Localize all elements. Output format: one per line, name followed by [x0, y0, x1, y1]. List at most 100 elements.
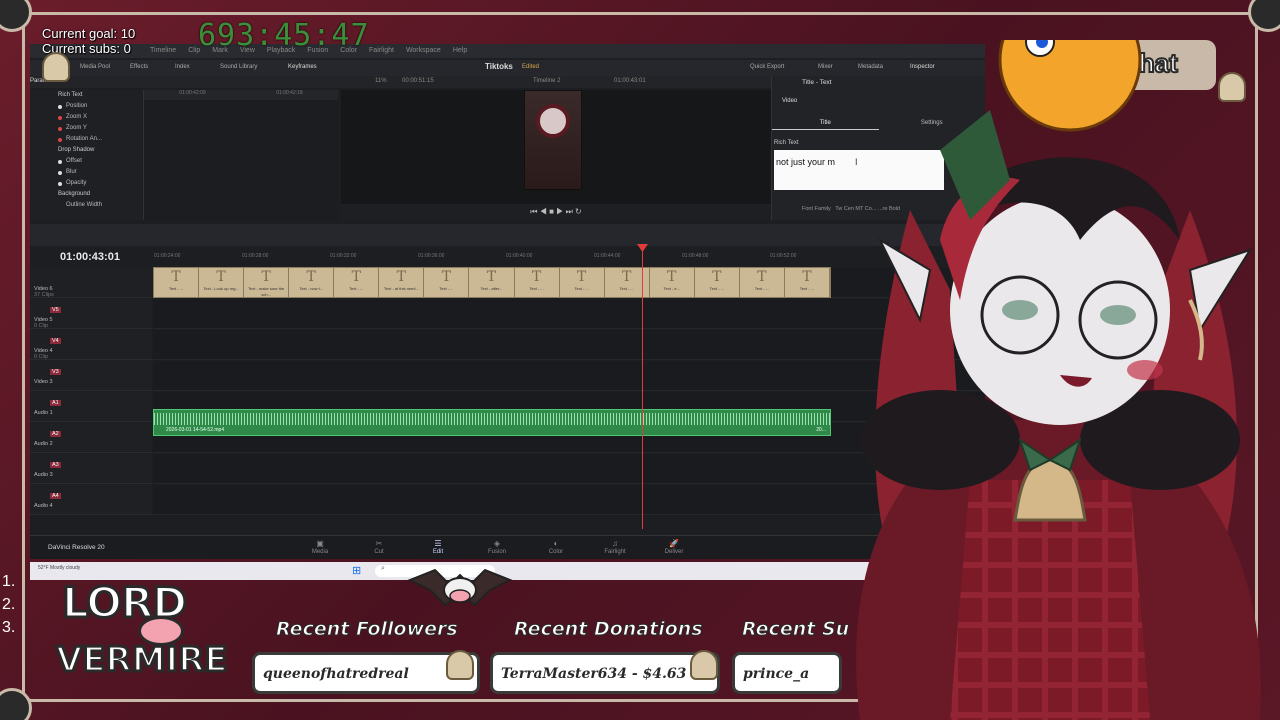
weather-widget[interactable]: 52°F Mostly cloudy	[38, 565, 80, 571]
keyframes-button[interactable]: Keyframes	[288, 64, 317, 70]
text-clip[interactable]: T Text - now t...	[289, 268, 335, 297]
track-id[interactable]: V4	[50, 338, 61, 344]
title-icon: T	[441, 269, 452, 285]
timeline-selector[interactable]: Timeline 2	[533, 78, 560, 84]
keyframe-editor[interactable]: 01:00:42:09 01:00:42:18	[143, 90, 338, 220]
app-name: DaVinci Resolve 20	[48, 544, 105, 551]
track-id[interactable]: A2	[50, 431, 61, 437]
loop-icon[interactable]: ↻	[575, 207, 582, 216]
deliver-page-icon: 🚀	[669, 539, 679, 548]
tab-fairlight[interactable]: ♫ Fairlight	[595, 539, 635, 555]
zoom-level[interactable]: 11%	[375, 78, 387, 84]
text-clip[interactable]: T Text - ...	[154, 268, 200, 297]
audio-clip[interactable]: 2026-03-01 14-54-52.mp4 20...	[153, 409, 831, 436]
keyframe-dot-icon[interactable]	[58, 127, 62, 131]
param-row[interactable]: Position	[30, 101, 142, 112]
tab-cut[interactable]: ✂ Cut	[359, 539, 399, 555]
track-header[interactable]: A1 Audio 1	[30, 392, 152, 422]
go-to-end-icon[interactable]: ⏭	[566, 207, 573, 216]
sound-library-button[interactable]: Sound Library	[220, 64, 257, 70]
title-icon: T	[621, 269, 632, 285]
stop-icon[interactable]: ■	[549, 207, 554, 216]
tab-edit[interactable]: ☰ Edit	[418, 539, 458, 555]
param-row[interactable]: Offset	[30, 156, 142, 167]
text-clip-label: Text - ...	[349, 286, 364, 291]
text-clip-label: Text - e...	[663, 286, 680, 291]
text-clip[interactable]: T Text - Look up reg...	[199, 268, 245, 297]
track-id[interactable]: A3	[50, 462, 61, 468]
fusion-page-icon: ◈	[493, 539, 501, 548]
reverse-icon[interactable]: ◀	[540, 207, 547, 216]
track-header[interactable]: A4 Audio 4	[30, 485, 152, 515]
text-clip[interactable]: T Text - ...	[334, 268, 380, 297]
viewer[interactable]: ⏮ ◀ ■ ▶ ⏭ ↻	[341, 90, 771, 220]
menu-item[interactable]: Workspace	[406, 47, 441, 55]
tab-fusion[interactable]: ◈ Fusion	[477, 539, 517, 555]
param-row[interactable]: Zoom Y	[30, 123, 142, 134]
keyframe-dot-icon[interactable]	[58, 182, 62, 186]
go-to-start-icon[interactable]: ⏮	[530, 207, 537, 216]
param-row[interactable]: Opacity	[30, 178, 142, 189]
track-header[interactable]: A2 Audio 2	[30, 423, 152, 453]
track-id[interactable]: A1	[50, 400, 61, 406]
param-row[interactable]: Rich Text	[30, 90, 142, 101]
text-clip[interactable]: T Text - ...	[560, 268, 605, 297]
quick-export-button[interactable]: Quick Export	[750, 64, 784, 70]
param-row[interactable]: Blur	[30, 167, 142, 178]
track-header[interactable]: Video 6 37 Clips	[30, 268, 152, 298]
keyframe-dot-icon[interactable]	[58, 105, 62, 109]
text-clip[interactable]: T Text - ...	[424, 268, 470, 297]
page-tab-label: Fusion	[487, 549, 506, 555]
param-row[interactable]: Outline Width	[30, 200, 142, 211]
track-header[interactable]: V4 Video 40 Clip	[30, 330, 152, 360]
track-id[interactable]: A4	[50, 493, 61, 499]
text-clip[interactable]: T Text - e...	[650, 268, 695, 297]
transport-controls: ⏮ ◀ ■ ▶ ⏭ ↻	[341, 204, 771, 220]
logo-text-vermire: VERMIRE	[55, 639, 230, 682]
track-name: Video 3	[34, 379, 53, 385]
text-clip[interactable]: T Text - at this need...	[379, 268, 425, 297]
rich-text-label: Rich Text	[774, 140, 799, 146]
lord-vermire-logo: LORD VERMIRE	[52, 577, 242, 698]
menu-item[interactable]: Fairlight	[369, 47, 394, 55]
track-header[interactable]: A3 Audio 3	[30, 454, 152, 484]
text-clip[interactable]: T Text - ...	[740, 268, 785, 297]
tab-media[interactable]: ▣ Media	[300, 539, 340, 555]
menu-item[interactable]: Timeline	[150, 47, 176, 55]
text-clip[interactable]: T Text - ...	[695, 268, 740, 297]
windows-start-icon[interactable]: ⊞	[352, 564, 361, 577]
param-row[interactable]: Zoom X	[30, 112, 142, 123]
ruler-tick: 01:00:40:00	[506, 253, 533, 259]
track-id[interactable]: V3	[50, 369, 61, 375]
media-pool-button[interactable]: Media Pool	[80, 64, 110, 70]
effects-button[interactable]: Effects	[130, 64, 148, 70]
keyframe-dot-icon[interactable]	[58, 116, 62, 120]
param-row[interactable]: Rotation An...	[30, 134, 142, 145]
media-page-icon: ▣	[316, 539, 324, 548]
timeline-ruler[interactable]: 01:00:24:00 01:00:28:00 01:00:32:00 01:00:3…	[154, 251, 874, 265]
text-clip[interactable]: T Text - ...	[515, 268, 560, 297]
page-tab-label: Cut	[374, 549, 384, 555]
playhead[interactable]	[642, 244, 643, 529]
index-button[interactable]: Index	[175, 64, 190, 70]
title-icon: T	[576, 269, 587, 285]
track-header[interactable]: V5 Video 50 Clip	[30, 299, 152, 329]
menu-item[interactable]: Help	[453, 47, 467, 55]
audio-waveform	[154, 413, 830, 425]
play-icon[interactable]: ▶	[556, 207, 563, 216]
keyframe-dot-icon[interactable]	[58, 171, 62, 175]
tab-color[interactable]: ◐ Color	[536, 539, 576, 555]
text-clip[interactable]: T Text - make sure the sch...	[244, 268, 290, 297]
param-row[interactable]: Drop Shadow	[30, 145, 142, 156]
color-page-icon: ◐	[553, 539, 559, 548]
text-clip[interactable]: T Text - after...	[469, 268, 515, 297]
cut-page-icon: ✂	[375, 539, 383, 548]
title-icon: T	[712, 269, 722, 285]
track-header[interactable]: V3 Video 3	[30, 361, 152, 391]
param-row[interactable]: Background	[30, 189, 142, 200]
keyframe-dot-icon[interactable]	[58, 160, 62, 164]
keyframe-dot-icon[interactable]	[58, 138, 62, 142]
video-tab[interactable]: Video	[782, 98, 797, 104]
tab-deliver[interactable]: 🚀 Deliver	[654, 539, 694, 555]
track-id[interactable]: V5	[50, 307, 61, 313]
